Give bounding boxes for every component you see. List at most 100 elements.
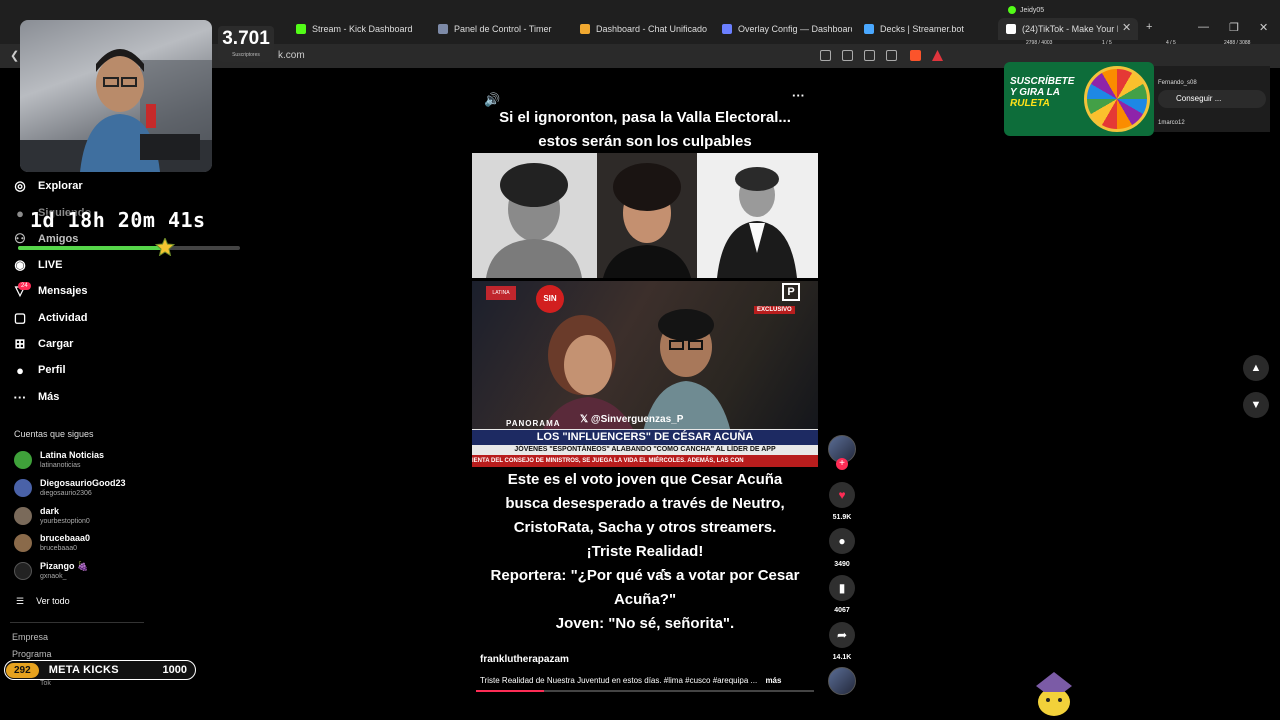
sidebar-item-live[interactable]: ◉ LIVE	[12, 254, 62, 276]
share-page-icon[interactable]	[886, 50, 897, 61]
kicks-current: 292	[6, 662, 39, 678]
roulette-line: SUSCRÍBETE	[1010, 76, 1075, 87]
comment-button[interactable]: ●	[829, 528, 855, 554]
upload-icon: ⊞	[14, 336, 26, 351]
next-video-button[interactable]: ▼	[1243, 392, 1269, 418]
influencer-photo-1	[472, 153, 597, 278]
tab-streamerbot[interactable]: Decks | Streamer.bot	[864, 20, 984, 38]
sidebar-item-label: Más	[38, 391, 60, 403]
close-tab-icon[interactable]: ✕	[1122, 21, 1131, 34]
get-button[interactable]: Conseguir ...	[1158, 90, 1266, 108]
footer-copyright: Tok	[40, 680, 51, 687]
influencer-photos	[472, 153, 818, 278]
influencer-photo-3	[697, 153, 818, 278]
kicks-goal: 1000	[162, 664, 187, 676]
more-options-icon[interactable]: ···	[792, 88, 805, 103]
tab-label: Decks | Streamer.bot	[880, 24, 964, 34]
caption-line: estos serán son los culpables	[538, 133, 752, 150]
influencer-photo-2	[597, 153, 697, 278]
profile-chip: Jeidy05	[1008, 6, 1044, 14]
cast-icon[interactable]	[864, 50, 875, 61]
tab-label: Dashboard - Chat Unificado	[596, 24, 708, 34]
followed-account[interactable]: brucebaaa0 brucebaaa0	[14, 530, 90, 556]
friends-icon: ⚇	[14, 231, 26, 246]
roulette-line: RULETA	[1010, 98, 1050, 109]
tab-label: Panel de Control - Timer	[454, 24, 552, 34]
caption-line: Si el ignoronton, pasa la Valla Electora…	[499, 109, 791, 126]
sidebar-item-more[interactable]: ··· Más	[12, 386, 60, 408]
extension-icon[interactable]	[820, 50, 831, 61]
video-author[interactable]: franklutherapazam	[480, 654, 569, 665]
share-button[interactable]: ➦	[829, 622, 855, 648]
caption-line: busca desesperado a través de Neutro,	[505, 495, 785, 512]
profile-dot-icon	[1008, 6, 1016, 14]
tab-tiktok[interactable]: (24)TikTok - Make Your D	[1006, 20, 1118, 38]
tab-timer-panel[interactable]: Panel de Control - Timer	[438, 20, 568, 38]
webcam-feed	[20, 20, 212, 172]
tab-kick-dashboard[interactable]: Stream - Kick Dashboard	[296, 20, 416, 38]
video-progress-fill	[476, 690, 544, 692]
video-player[interactable]: 🔊 ··· Si el ignoronton, pasa la Valla El…	[472, 84, 818, 694]
close-window-icon[interactable]: ✕	[1259, 21, 1268, 34]
avatar	[14, 451, 32, 469]
account-handle: gxnaok_	[40, 573, 67, 580]
sidebar-item-upload[interactable]: ⊞ Cargar	[12, 333, 74, 355]
url-text[interactable]: k.com	[278, 50, 305, 61]
tab-label: (24)TikTok - Make Your D	[1022, 24, 1118, 34]
avatar	[14, 534, 32, 552]
news-headline: LOS "INFLUENCERS" DE CÉSAR ACUÑA	[472, 430, 818, 445]
timer-progress-bar	[18, 238, 240, 256]
list-icon: ☰	[16, 595, 25, 606]
followed-account[interactable]: Latina Noticias latinanoticias	[14, 447, 104, 473]
music-disc[interactable]	[828, 667, 856, 695]
subscriber-counter: 3.701 Suscriptores	[218, 26, 274, 62]
following-section-title: Cuentas que sigues	[14, 429, 94, 439]
sidebar-item-label: Perfil	[38, 364, 66, 376]
latina-logo: LATINA	[486, 286, 516, 300]
caption-line: Este es el voto joven que Cesar Acuña	[507, 471, 783, 488]
see-all-label: Ver todo	[36, 596, 70, 606]
see-all-link[interactable]: ☰ Ver todo	[16, 588, 70, 614]
maximize-icon[interactable]: ❐	[1229, 21, 1239, 34]
video-progress-bar[interactable]	[476, 690, 814, 692]
minimize-icon[interactable]: —	[1198, 21, 1209, 33]
caption-line: CristoRata, Sacha y otros streamers.	[513, 519, 777, 536]
follow-plus-icon[interactable]: +	[836, 458, 848, 470]
kick-icon	[296, 24, 306, 34]
roulette-text: SUSCRÍBETE Y GIRA LA RULETA	[1010, 76, 1074, 109]
brave-shield-icon[interactable]	[910, 50, 921, 61]
tab-chat-dashboard[interactable]: Dashboard - Chat Unificado	[580, 20, 710, 38]
sidebar-item-explore[interactable]: ◎ Explorar	[12, 175, 82, 197]
new-tab-icon[interactable]: +	[1146, 21, 1152, 33]
tab-label: Overlay Config — Dashboard	[738, 24, 852, 34]
footer-link-company[interactable]: Empresa	[12, 632, 48, 642]
subathon-timer: 1d 18h 20m 41s	[30, 208, 206, 232]
footer-link-program[interactable]: Programa	[12, 649, 52, 659]
sin-logo: SIN	[536, 285, 564, 313]
screen: Stream - Kick Dashboard Panel de Control…	[0, 0, 1280, 720]
previous-video-button[interactable]: ▲	[1243, 355, 1269, 381]
bookmark-button[interactable]: ▮	[829, 575, 855, 601]
news-handle: 𝕏 @Sinverguenzas_P	[580, 414, 684, 425]
roulette-wheel-icon	[1084, 66, 1150, 132]
translate-icon[interactable]	[842, 50, 853, 61]
more-link[interactable]: más	[765, 676, 781, 685]
caption-line: Acuña?"	[613, 591, 677, 608]
tab-label: Stream - Kick Dashboard	[312, 24, 413, 34]
divider	[10, 622, 144, 623]
news-clip: LATINA SIN P EXCLUSIVO PANORAMA 𝕏 @Sinve…	[472, 281, 818, 467]
sidebar-item-activity[interactable]: ▢ Actividad	[12, 307, 88, 329]
followed-account[interactable]: Pizango 🍇 gxnaok_	[14, 558, 88, 584]
back-icon[interactable]: ❮	[10, 49, 19, 62]
followed-account[interactable]: DiegosaurioGood23 diegosaurio2306	[14, 475, 126, 501]
meta-kicks-goal: 292 META KICKS 1000	[4, 660, 196, 680]
tab-overlay-config[interactable]: Overlay Config — Dashboard	[722, 20, 852, 38]
like-button[interactable]: ♥	[829, 482, 855, 508]
exclusive-tag: EXCLUSIVO	[754, 306, 795, 314]
account-name: Latina Noticias	[40, 450, 105, 460]
sidebar-item-profile[interactable]: ● Perfil	[12, 359, 66, 381]
followed-account[interactable]: dark yourbestoption0	[14, 503, 90, 529]
subscriber-label: Suscriptores	[232, 52, 260, 58]
following-icon: ●	[16, 205, 24, 221]
channel-logo-icon: P	[782, 283, 800, 301]
